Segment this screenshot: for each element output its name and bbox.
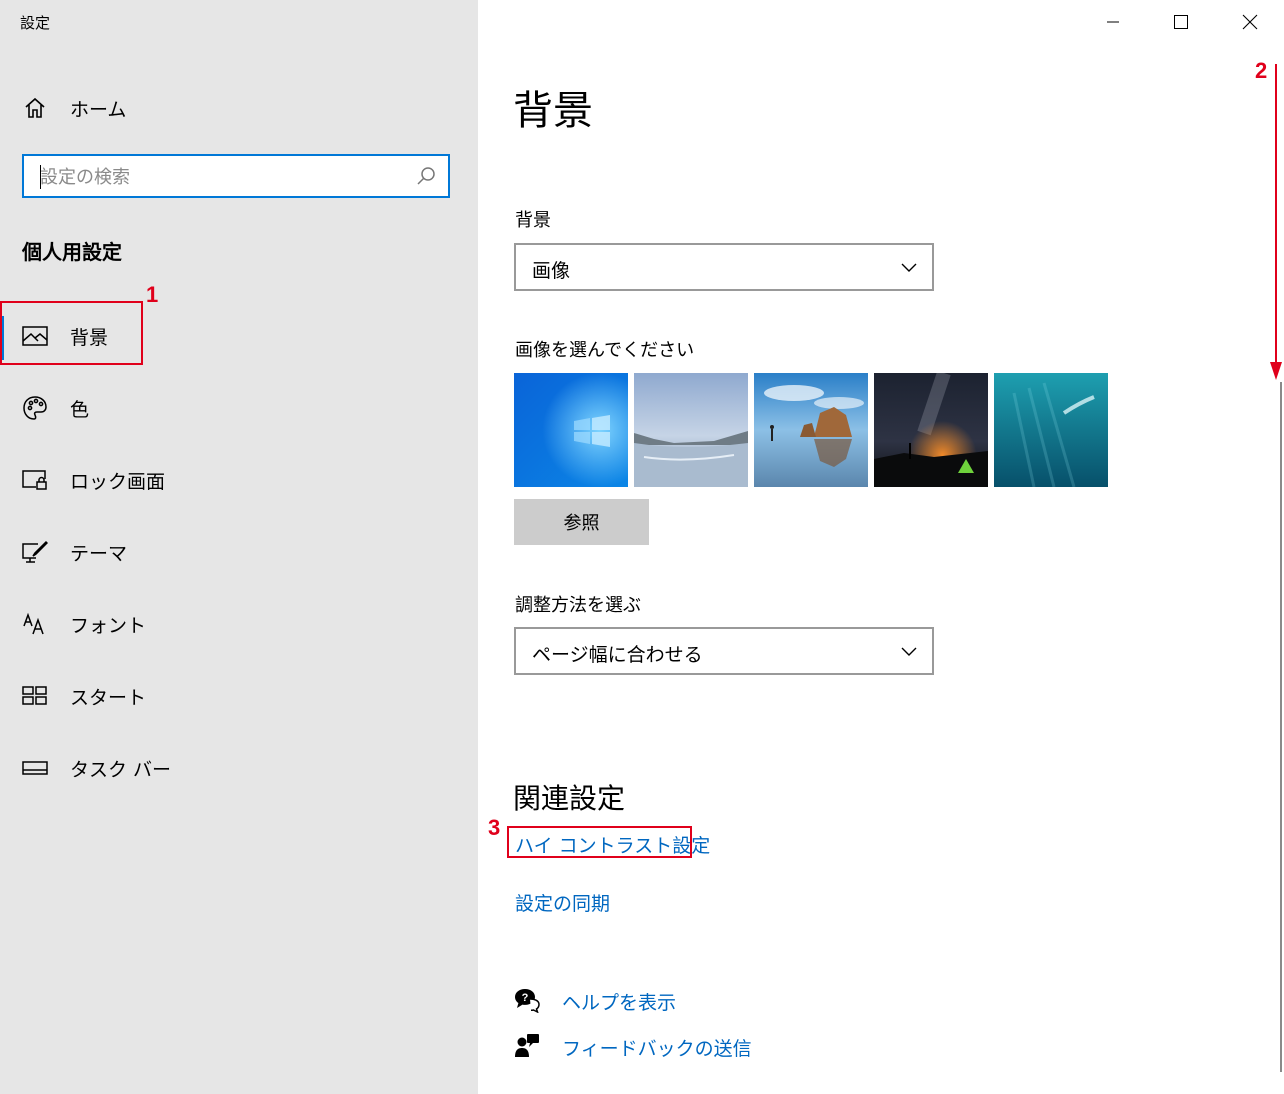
fit-value: ページ幅に合わせる <box>532 644 703 666</box>
wallpaper-thumbnail-lake[interactable] <box>634 373 748 487</box>
sidebar-item-lock-screen[interactable]: ロック画面 <box>0 454 478 506</box>
start-tiles-icon <box>22 683 48 709</box>
browse-button[interactable]: 参照 <box>514 499 649 545</box>
annotation-arrow-2 <box>1270 64 1282 380</box>
chevron-down-icon <box>901 263 917 272</box>
taskbar-icon <box>22 755 48 781</box>
minimize-icon <box>1107 21 1119 23</box>
help-chat-icon: ? <box>515 989 540 1013</box>
close-button[interactable] <box>1227 6 1273 38</box>
minimize-button[interactable] <box>1090 6 1136 38</box>
sidebar-item-label: フォント <box>70 614 147 637</box>
sidebar-item-start[interactable]: スタート <box>0 670 478 722</box>
sidebar-item-label: スタート <box>70 686 147 709</box>
section-heading: 個人用設定 <box>22 240 122 264</box>
page-title: 背景 <box>513 88 593 134</box>
annotation-number-2: 2 <box>1255 58 1268 83</box>
sidebar-item-taskbar[interactable]: タスク バー <box>0 742 478 794</box>
svg-text:?: ? <box>522 992 529 1004</box>
font-icon <box>22 611 48 637</box>
background-label: 背景 <box>515 210 551 231</box>
annotation-number-3: 3 <box>488 815 501 840</box>
feedback-icon <box>515 1034 539 1057</box>
wallpaper-thumbnail-beach-rocks[interactable] <box>754 373 868 487</box>
related-settings-heading: 関連設定 <box>513 782 626 815</box>
background-type-dropdown[interactable]: 画像 <box>514 243 934 291</box>
theme-brush-icon <box>22 539 48 565</box>
background-type-value: 画像 <box>532 260 571 282</box>
annotation-box-3 <box>507 826 692 858</box>
sidebar-item-label: 色 <box>70 398 90 421</box>
wallpaper-thumbnail-underwater[interactable] <box>994 373 1108 487</box>
sidebar-item-label: タスク バー <box>70 758 172 781</box>
nav-home-label: ホーム <box>70 98 127 121</box>
palette-icon <box>22 395 48 421</box>
feedback-link[interactable]: フィードバックの送信 <box>562 1034 752 1061</box>
close-icon <box>1242 14 1258 30</box>
scrollbar-thumb[interactable] <box>1280 382 1282 1072</box>
maximize-button[interactable] <box>1158 6 1204 38</box>
help-link[interactable]: ヘルプを表示 <box>562 988 676 1015</box>
lock-screen-icon <box>22 467 48 493</box>
search-icon[interactable] <box>414 165 438 189</box>
sidebar-item-label: テーマ <box>70 542 128 565</box>
sidebar-item-theme[interactable]: テーマ <box>0 526 478 578</box>
app-title: 設定 <box>20 14 51 32</box>
fit-dropdown[interactable]: ページ幅に合わせる <box>514 627 934 675</box>
sidebar-item-color[interactable]: 色 <box>0 382 478 434</box>
sidebar-item-font[interactable]: フォント <box>0 598 478 650</box>
wallpaper-thumbnail-night-sky[interactable] <box>874 373 988 487</box>
wallpaper-thumbnail-windows[interactable] <box>514 373 628 487</box>
maximize-icon <box>1174 15 1188 29</box>
sidebar-item-label: ロック画面 <box>70 470 166 493</box>
chevron-down-icon <box>901 647 917 656</box>
search-input[interactable] <box>38 156 412 198</box>
annotation-box-1 <box>0 301 143 365</box>
nav-home[interactable]: ホーム <box>0 82 478 134</box>
sidebar: 設定 ホーム 個人用設定 背景 色 <box>0 0 478 1094</box>
choose-image-label: 画像を選んでください <box>515 340 695 361</box>
sync-settings-link[interactable]: 設定の同期 <box>515 889 610 916</box>
home-icon <box>22 95 48 121</box>
annotation-number-1: 1 <box>146 282 159 307</box>
fit-label: 調整方法を選ぶ <box>515 595 641 616</box>
search-box[interactable] <box>22 154 450 198</box>
text-caret <box>40 165 41 189</box>
